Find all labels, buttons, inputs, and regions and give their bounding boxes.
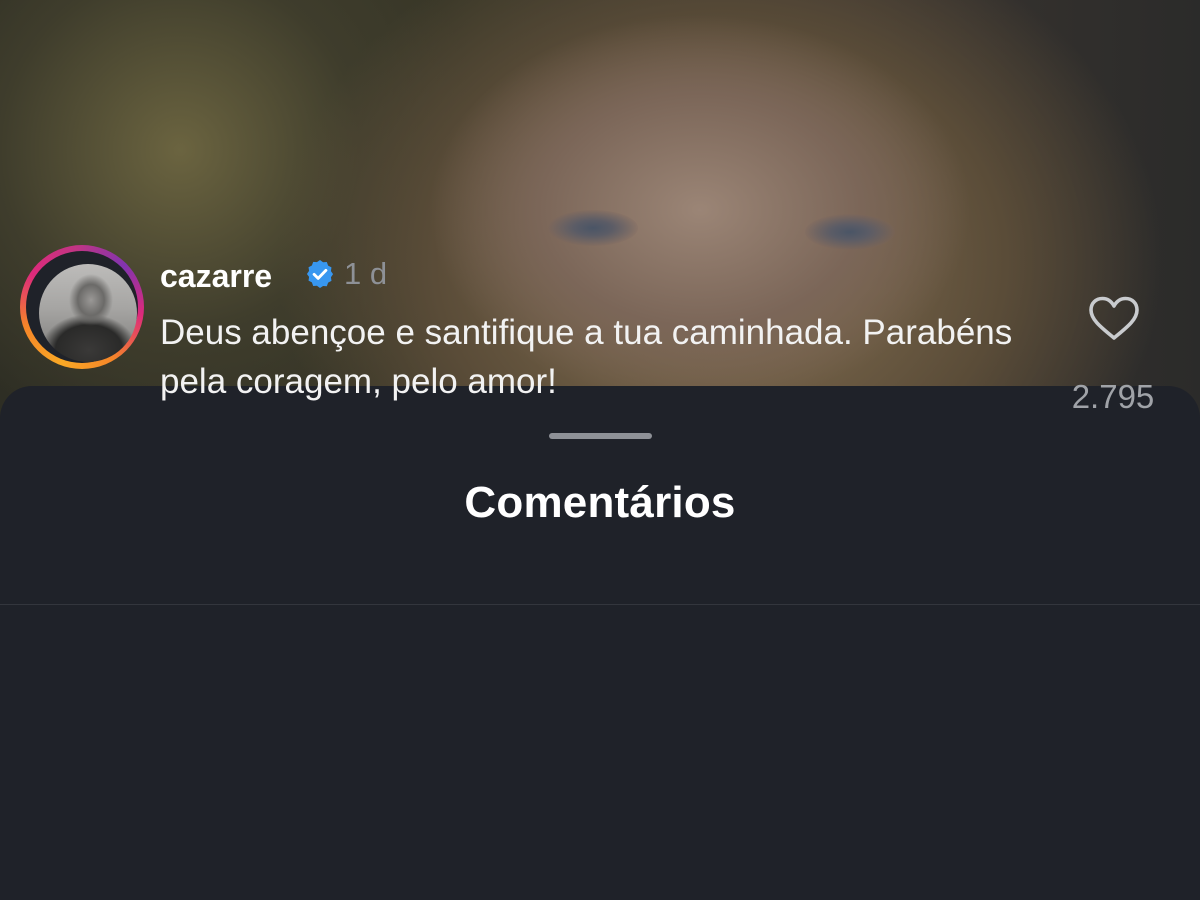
- comment-text: Deus abençoe e santifique a tua caminhad…: [160, 313, 1013, 401]
- heart-icon[interactable]: [1088, 296, 1140, 342]
- video-frame-detail: [805, 214, 895, 250]
- comment-timestamp: 1 d: [344, 256, 388, 291]
- like-count: 2.795: [1071, 378, 1155, 415]
- sheet-title: Comentários: [464, 478, 736, 527]
- divider: [0, 604, 1200, 605]
- comment-username[interactable]: cazarre: [160, 258, 272, 295]
- avatar[interactable]: [39, 264, 137, 362]
- video-frame-detail: [548, 210, 638, 246]
- comments-sheet: Comentários: [0, 386, 1200, 900]
- verified-badge-icon: [306, 260, 334, 288]
- sheet-drag-handle[interactable]: [549, 433, 652, 439]
- story-ring[interactable]: [20, 245, 144, 369]
